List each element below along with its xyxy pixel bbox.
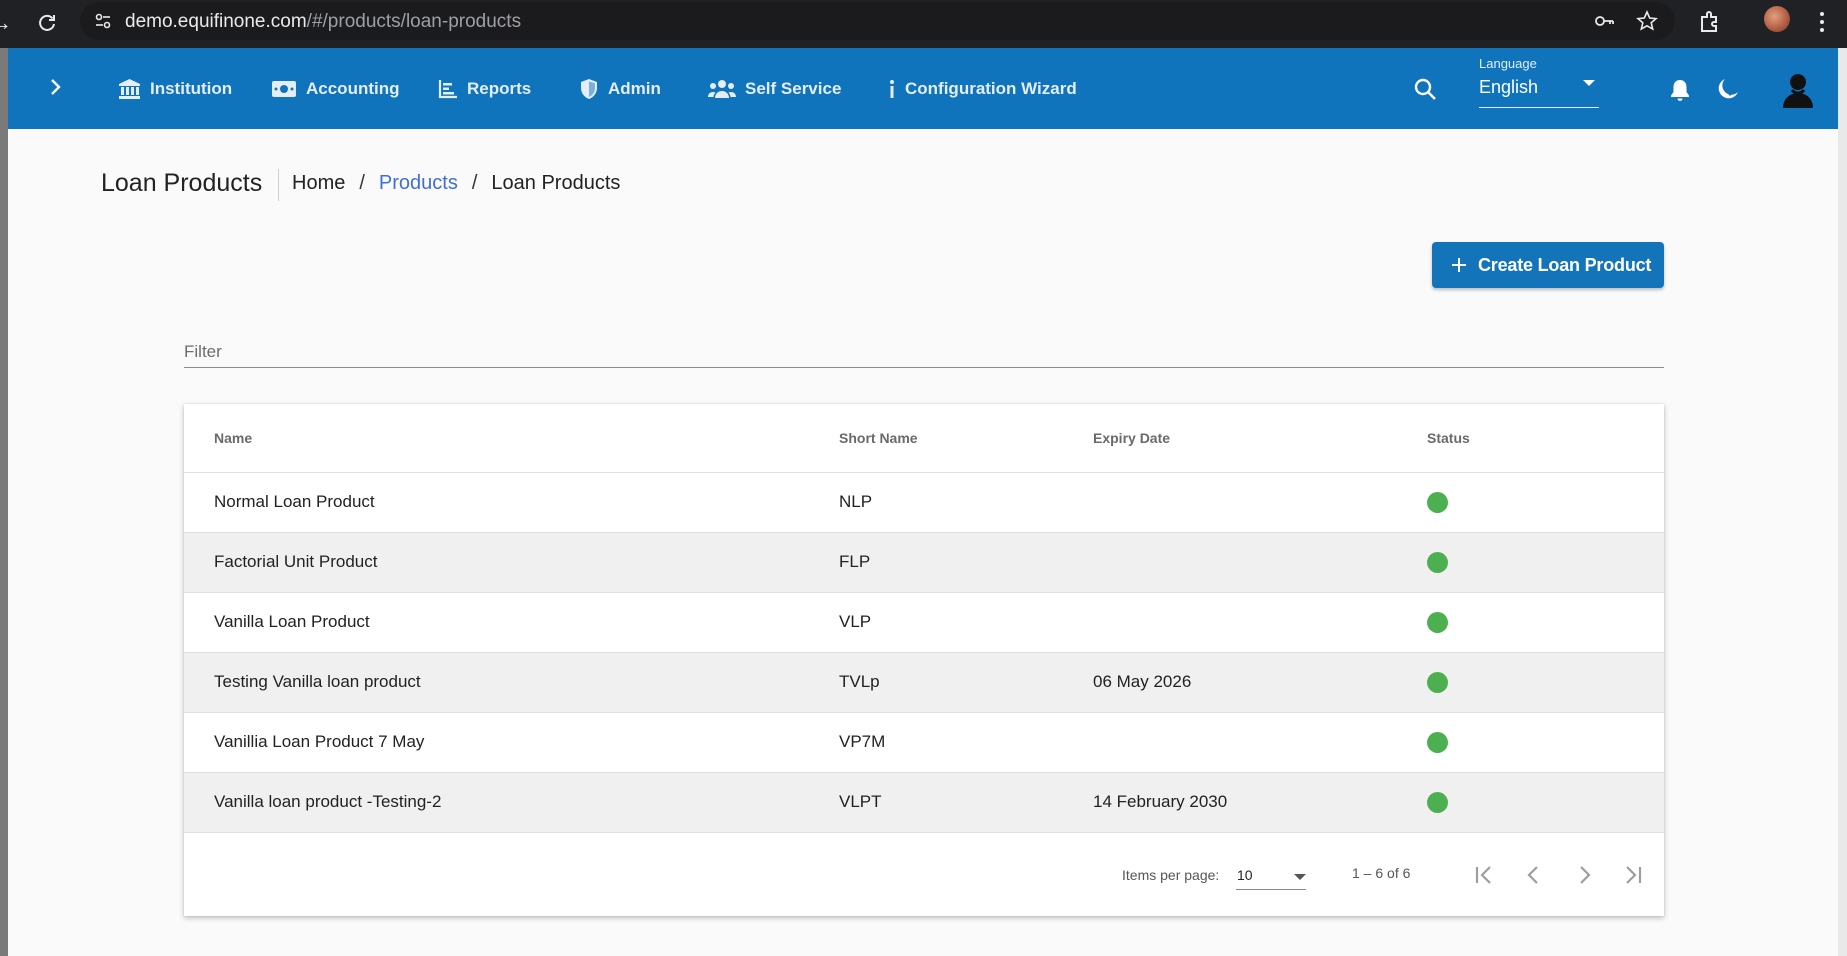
status-active-icon: [1427, 612, 1448, 633]
reload-icon[interactable]: [32, 8, 62, 38]
cell-name: Testing Vanilla loan product: [214, 672, 421, 691]
info-icon: [890, 80, 894, 98]
table-row[interactable]: Vanilla Loan Product VLP: [184, 593, 1664, 653]
create-loan-product-button[interactable]: Create Loan Product: [1432, 242, 1664, 288]
money-icon: [272, 81, 296, 97]
cell-name: Vanillia Loan Product 7 May: [214, 732, 425, 751]
items-per-page-select[interactable]: 10: [1236, 864, 1306, 890]
top-toolbar: Institution Accounting Reports Admin Sel…: [8, 48, 1838, 129]
menu-label: Reports: [467, 79, 532, 98]
status-active-icon: [1427, 732, 1448, 753]
items-per-page-label: Items per page:: [1122, 867, 1220, 883]
browser-chrome: → demo.equifinone.com/#/products/loan-pr…: [0, 0, 1847, 48]
next-page-icon[interactable]: [1569, 860, 1599, 890]
menu-institution[interactable]: Institution: [118, 74, 232, 104]
status-active-icon: [1427, 672, 1448, 693]
cell-short-name: TVLp: [839, 672, 880, 691]
cell-expiry-date: 06 May 2026: [1093, 672, 1192, 691]
table-header: Name Short Name Expiry Date Status: [184, 404, 1664, 473]
menu-reports[interactable]: Reports: [438, 74, 531, 104]
title-divider: [278, 169, 279, 201]
status-active-icon: [1427, 552, 1448, 573]
account-icon[interactable]: [1781, 72, 1815, 108]
cell-short-name: VP7M: [839, 732, 886, 751]
table-row[interactable]: Testing Vanilla loan product TVLp 06 May…: [184, 653, 1664, 713]
paginator: Items per page: 10 1 – 6 of 6: [184, 833, 1664, 916]
breadcrumb-products-link[interactable]: Products: [379, 172, 458, 195]
url-text[interactable]: demo.equifinone.com/#/products/loan-prod…: [125, 11, 521, 33]
menu-self-service[interactable]: Self Service: [708, 74, 841, 104]
shield-icon: [581, 79, 597, 99]
menu-admin[interactable]: Admin: [579, 74, 661, 104]
bank-icon: [119, 79, 140, 99]
forward-icon[interactable]: →: [0, 8, 16, 38]
menu-configuration-wizard[interactable]: Configuration Wizard: [888, 74, 1077, 104]
plus-icon: [1452, 258, 1466, 272]
menu-label: Institution: [150, 79, 233, 98]
site-info-icon[interactable]: [94, 12, 112, 30]
menu-label: Self Service: [745, 79, 842, 98]
language-value: English: [1479, 77, 1539, 97]
breadcrumb-separator: /: [359, 172, 365, 194]
cell-name: Factorial Unit Product: [214, 552, 378, 571]
language-select[interactable]: Language English: [1479, 56, 1599, 108]
breadcrumb-separator: /: [471, 172, 478, 194]
status-active-icon: [1427, 792, 1448, 813]
users-icon: [708, 80, 736, 98]
cell-name: Vanilla loan product -Testing-2: [214, 792, 442, 811]
app-page: Institution Accounting Reports Admin Sel…: [8, 48, 1838, 956]
status-active-icon: [1427, 492, 1448, 513]
star-icon[interactable]: [1636, 10, 1658, 32]
breadcrumb-home[interactable]: Home: [292, 172, 345, 195]
dark-mode-icon[interactable]: [1714, 77, 1740, 103]
breadcrumb: Home / Products / Loan Products: [292, 172, 620, 195]
window-edge: [1838, 48, 1847, 956]
table-row[interactable]: Normal Loan Product NLP: [184, 473, 1664, 533]
cell-short-name: VLPT: [839, 792, 882, 811]
cell-name: Normal Loan Product: [214, 492, 375, 511]
profile-avatar[interactable]: [1764, 6, 1790, 32]
header-status[interactable]: Status: [1427, 430, 1470, 446]
items-per-page-value: 10: [1237, 867, 1253, 883]
header-name[interactable]: Name: [214, 430, 252, 446]
filter-input[interactable]: [184, 338, 1664, 366]
more-menu-icon[interactable]: [1808, 8, 1836, 36]
sidebar-toggle-icon[interactable]: [44, 76, 66, 98]
chevron-down-icon: [1294, 874, 1306, 880]
cell-short-name: FLP: [839, 552, 871, 571]
breadcrumb-current: Loan Products: [491, 172, 621, 194]
page-title: Loan Products: [101, 169, 263, 197]
table-row[interactable]: Vanilla loan product -Testing-2 VLPT 14 …: [184, 773, 1664, 833]
key-icon[interactable]: [1593, 10, 1615, 32]
search-icon[interactable]: [1413, 77, 1437, 101]
previous-page-icon[interactable]: [1519, 860, 1549, 890]
table-row[interactable]: Vanillia Loan Product 7 May VP7M: [184, 713, 1664, 773]
cell-expiry-date: 14 February 2030: [1093, 792, 1228, 811]
chevron-down-icon: [1583, 80, 1595, 86]
menu-label: Admin: [608, 79, 661, 98]
range-label: 1 – 6 of 6: [1352, 865, 1411, 881]
first-page-icon[interactable]: [1469, 860, 1499, 890]
filter-field[interactable]: [184, 338, 1664, 368]
bell-icon[interactable]: [1669, 78, 1691, 102]
menu-accounting[interactable]: Accounting: [271, 74, 400, 104]
menu-label: Accounting: [306, 79, 400, 98]
language-underline: [1479, 107, 1599, 108]
language-label: Language: [1479, 56, 1537, 71]
address-bar[interactable]: demo.equifinone.com/#/products/loan-prod…: [80, 2, 1675, 40]
menu-label: Configuration Wizard: [905, 79, 1077, 98]
create-button-label: Create Loan Product: [1478, 254, 1652, 275]
header-short-name[interactable]: Short Name: [839, 430, 918, 446]
last-page-icon[interactable]: [1618, 860, 1648, 890]
header-expiry-date[interactable]: Expiry Date: [1093, 430, 1170, 446]
cell-short-name: VLP: [839, 612, 872, 631]
table-row[interactable]: Factorial Unit Product FLP: [184, 533, 1664, 593]
cell-short-name: NLP: [839, 492, 873, 511]
loan-products-table: Name Short Name Expiry Date Status Norma…: [184, 404, 1664, 916]
chart-icon: [438, 80, 457, 99]
extensions-icon[interactable]: [1696, 8, 1724, 36]
cell-name: Vanilla Loan Product: [214, 612, 370, 631]
